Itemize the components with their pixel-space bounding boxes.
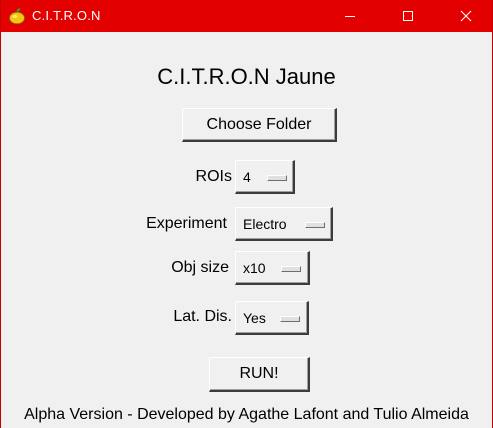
- lat-dis-value: Yes: [243, 310, 266, 326]
- experiment-value: Electro: [243, 216, 287, 232]
- obj-size-value: x10: [243, 260, 266, 276]
- title-bar[interactable]: C.I.T.R.O.N: [1, 0, 492, 32]
- minimize-button[interactable]: [327, 0, 373, 32]
- app-heading: C.I.T.R.O.N Jaune: [157, 64, 336, 89]
- dropdown-indicator-icon: [305, 222, 325, 228]
- dropdown-indicator-icon: [280, 316, 300, 322]
- close-icon: [460, 10, 472, 22]
- rois-label: ROIs: [195, 168, 232, 185]
- dropdown-indicator-icon: [267, 175, 287, 181]
- run-button[interactable]: RUN!: [209, 357, 310, 392]
- app-window: C.I.T.R.O.N C.I.T.R.O.N Jaune Choose Fol…: [0, 0, 493, 428]
- window-title: C.I.T.R.O.N: [32, 8, 101, 23]
- obj-size-dropdown[interactable]: x10: [235, 251, 310, 285]
- dropdown-indicator-icon: [281, 266, 301, 272]
- lat-dis-dropdown[interactable]: Yes: [235, 301, 309, 335]
- experiment-dropdown[interactable]: Electro: [235, 207, 333, 241]
- maximize-button[interactable]: [385, 0, 431, 32]
- choose-folder-button[interactable]: Choose Folder: [182, 108, 337, 142]
- obj-size-label: Obj size: [171, 259, 229, 276]
- minimize-icon: [345, 16, 355, 17]
- lemon-icon: [9, 8, 25, 25]
- rois-value: 4: [243, 169, 251, 185]
- lat-dis-label: Lat. Dis.: [173, 308, 232, 325]
- maximize-icon: [403, 11, 413, 21]
- experiment-label: Experiment: [146, 215, 227, 232]
- close-button[interactable]: [443, 0, 489, 32]
- footer-credits: Alpha Version - Developed by Agathe Lafo…: [24, 406, 469, 423]
- rois-dropdown[interactable]: 4: [235, 160, 295, 194]
